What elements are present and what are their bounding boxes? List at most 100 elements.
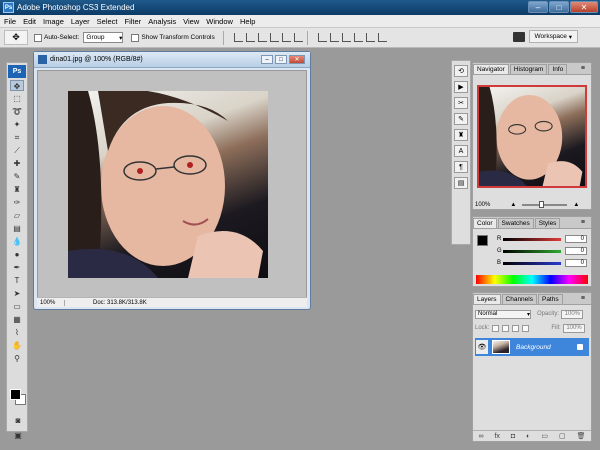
navigator-thumbnail[interactable] [477, 85, 587, 188]
zoom-tool-icon[interactable]: ⚲ [10, 353, 24, 364]
eye-icon[interactable]: 👁 [476, 340, 488, 354]
align-top-icon[interactable] [233, 33, 243, 42]
menu-filter[interactable]: Filter [125, 17, 142, 26]
brushes-icon[interactable]: ✎ [454, 113, 468, 125]
history-icon[interactable]: ⟲ [454, 65, 468, 77]
menu-analysis[interactable]: Analysis [148, 17, 176, 26]
panel-menu-icon[interactable]: ≡ [578, 294, 588, 303]
zoom-slider-handle[interactable] [539, 201, 545, 208]
layer-row[interactable]: 👁 Background [475, 338, 589, 356]
fill-field[interactable]: 100% [562, 323, 585, 333]
pen-tool-icon[interactable]: ✒ [10, 262, 24, 273]
align-right-icon[interactable] [293, 33, 303, 42]
layer-style-icon[interactable]: fx [494, 433, 499, 440]
history-brush-tool-icon[interactable]: ✑ [10, 197, 24, 208]
distribute-right-icon[interactable] [377, 33, 387, 42]
panel-menu-icon[interactable]: ≡ [578, 64, 588, 73]
close-icon[interactable]: ✕ [570, 1, 598, 13]
navigator-zoom-field[interactable]: 100% [475, 202, 490, 208]
green-value[interactable]: 0 [565, 247, 587, 255]
healing-brush-tool-icon[interactable]: ✚ [10, 158, 24, 169]
blur-tool-icon[interactable]: 💧 [10, 236, 24, 247]
trash-icon[interactable]: 🗑 [577, 432, 586, 440]
move-tool-icon[interactable]: ✥ [10, 80, 24, 91]
foreground-color-swatch[interactable] [10, 389, 21, 400]
hand-tool-icon[interactable]: ✋ [10, 340, 24, 351]
menu-image[interactable]: Image [43, 17, 64, 26]
tab-info[interactable]: Info [548, 64, 568, 74]
opacity-field[interactable]: 100% [561, 309, 584, 319]
menu-view[interactable]: View [183, 17, 199, 26]
canvas-area[interactable] [37, 70, 307, 298]
gradient-tool-icon[interactable]: ▤ [10, 223, 24, 234]
blend-mode-dropdown[interactable]: Normal ▾ [475, 309, 531, 319]
adjustment-layer-icon[interactable]: ◐ [526, 433, 530, 440]
minimize-icon[interactable]: – [261, 55, 273, 64]
tab-swatches[interactable]: Swatches [497, 218, 534, 228]
foreground-color-swatch[interactable] [477, 235, 488, 246]
lock-pixels-icon[interactable] [502, 324, 510, 332]
auto-select-dropdown[interactable]: Group ▾ [83, 32, 124, 43]
character-icon[interactable]: A [454, 145, 468, 157]
panel-menu-icon[interactable]: ≡ [578, 218, 588, 227]
brush-tool-icon[interactable]: ✎ [10, 171, 24, 182]
red-slider[interactable] [503, 237, 561, 241]
distribute-left-icon[interactable] [353, 33, 363, 42]
red-value[interactable]: 0 [565, 235, 587, 243]
lock-all-icon[interactable] [522, 324, 530, 332]
lock-transparency-icon[interactable] [492, 324, 500, 332]
auto-select-checkbox[interactable] [34, 33, 42, 42]
crop-tool-icon[interactable]: ⌗ [10, 132, 24, 143]
slice-tool-icon[interactable]: ⟋ [10, 145, 24, 156]
maximize-icon[interactable]: □ [275, 55, 287, 64]
eraser-tool-icon[interactable]: ▱ [10, 210, 24, 221]
tab-styles[interactable]: Styles [534, 218, 561, 228]
distribute-hcenter-icon[interactable] [365, 33, 375, 42]
notes-tool-icon[interactable]: ▦ [10, 314, 24, 325]
align-bottom-icon[interactable] [257, 33, 267, 42]
layer-comps-icon[interactable]: ▤ [454, 177, 468, 189]
dodge-tool-icon[interactable]: ● [10, 249, 24, 260]
actions-icon[interactable]: ▶ [454, 81, 468, 93]
path-selection-tool-icon[interactable]: ➤ [10, 288, 24, 299]
lasso-tool-icon[interactable]: ➰ [10, 106, 24, 117]
menu-layer[interactable]: Layer [71, 17, 90, 26]
green-slider[interactable] [503, 249, 561, 253]
eyedropper-tool-icon[interactable]: ⌇ [10, 327, 24, 338]
marquee-tool-icon[interactable]: ⬚ [10, 93, 24, 104]
photo-canvas[interactable] [68, 91, 268, 278]
menu-window[interactable]: Window [206, 17, 233, 26]
add-mask-icon[interactable]: ◘ [511, 433, 515, 440]
tab-channels[interactable]: Channels [501, 294, 537, 304]
zoom-in-icon[interactable]: ▲ [573, 202, 579, 208]
tool-preset-picker[interactable]: ✥ [4, 30, 28, 45]
new-group-icon[interactable]: ▭ [541, 432, 548, 440]
tab-navigator[interactable]: Navigator [473, 64, 509, 74]
clone-stamp-tool-icon[interactable]: ♜ [10, 184, 24, 195]
color-spectrum-ramp[interactable] [476, 275, 588, 284]
tab-histogram[interactable]: Histogram [509, 64, 548, 74]
align-left-icon[interactable] [269, 33, 279, 42]
workspace-button[interactable]: Workspace ▾ [528, 30, 578, 43]
bridge-icon[interactable] [512, 31, 525, 42]
new-layer-icon[interactable]: ▢ [559, 432, 566, 440]
screen-mode-icon[interactable]: ▣ [11, 430, 25, 441]
clone-source-icon[interactable]: ♜ [454, 129, 468, 141]
show-transform-checkbox[interactable] [131, 33, 140, 42]
zoom-slider[interactable] [522, 201, 568, 208]
distribute-top-icon[interactable] [317, 33, 327, 42]
paragraph-icon[interactable]: ¶ [454, 161, 468, 173]
blue-value[interactable]: 0 [565, 259, 587, 267]
menu-help[interactable]: Help [240, 17, 255, 26]
zoom-level-field[interactable]: 100% [37, 299, 65, 306]
tool-presets-icon[interactable]: ✂ [454, 97, 468, 109]
blue-slider[interactable] [503, 261, 561, 265]
tab-layers[interactable]: Layers [473, 294, 501, 304]
maximize-icon[interactable]: □ [549, 1, 569, 13]
document-size-info[interactable]: Doc: 313.8K/313.8K [65, 300, 147, 306]
align-vcenter-icon[interactable] [245, 33, 255, 42]
menu-file[interactable]: File [4, 17, 16, 26]
lock-position-icon[interactable] [512, 324, 520, 332]
tab-color[interactable]: Color [473, 218, 497, 228]
tab-paths[interactable]: Paths [537, 294, 563, 304]
